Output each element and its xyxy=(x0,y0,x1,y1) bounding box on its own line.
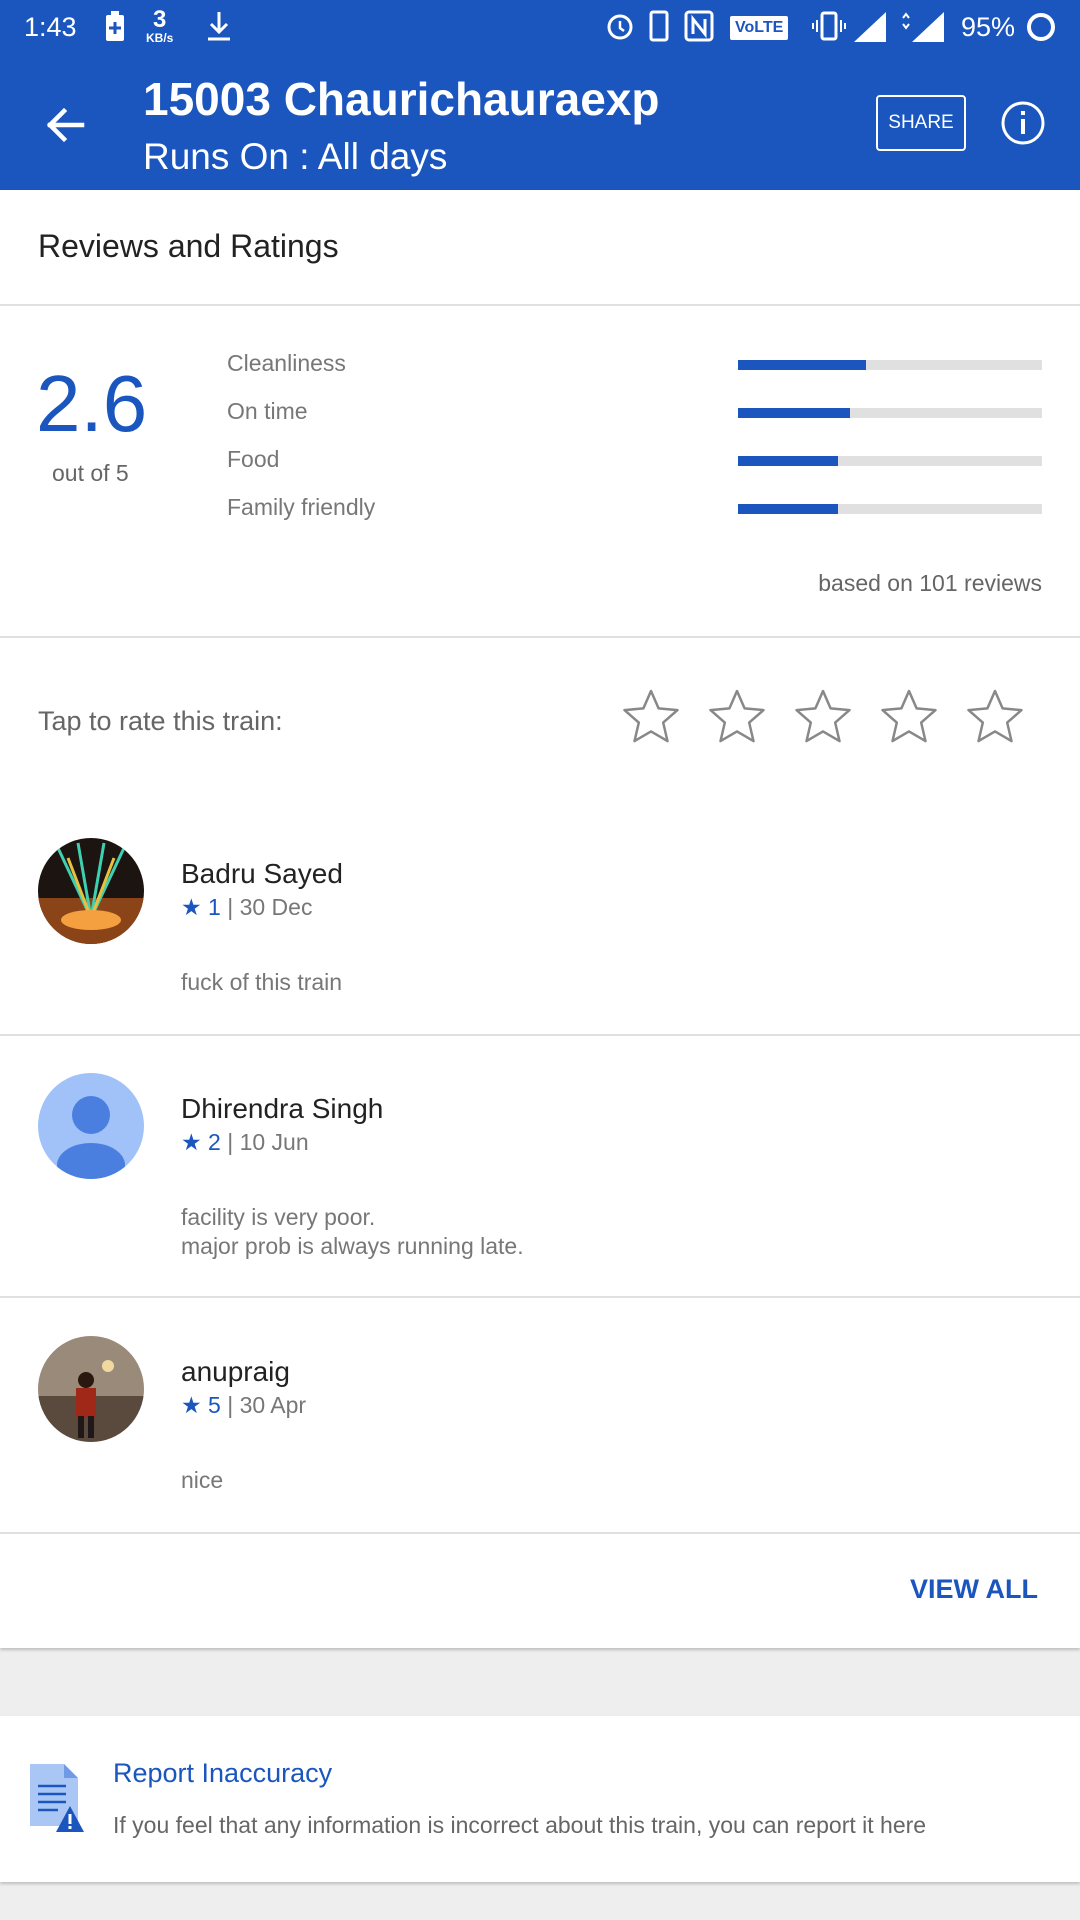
divider xyxy=(0,1532,1080,1534)
reviewer-name: Dhirendra Singh xyxy=(181,1093,384,1124)
rating-bar-fill xyxy=(738,504,839,514)
rating-bar-food xyxy=(738,456,1042,466)
review-meta: ★ 1 | 30 Dec xyxy=(181,894,312,921)
star-5-icon[interactable] xyxy=(966,688,1024,746)
phone-icon xyxy=(648,10,670,42)
volte-badge: VoLTE xyxy=(730,16,789,40)
divider xyxy=(0,1296,1080,1298)
review-rating: ★ 1 xyxy=(181,894,221,920)
score-out-of: out of 5 xyxy=(52,460,129,486)
report-inaccuracy-card[interactable]: Report Inaccuracy If you feel that any i… xyxy=(0,1716,1080,1882)
rating-bar-cleanliness xyxy=(738,360,1042,370)
review-rating: ★ 5 xyxy=(181,1392,221,1418)
section-title: Reviews and Ratings xyxy=(38,228,339,264)
rating-bar-family-friendly xyxy=(738,504,1042,514)
category-label-cleanliness: Cleanliness xyxy=(227,350,346,376)
avatar xyxy=(38,1336,144,1442)
battery-ring-icon xyxy=(1024,10,1058,44)
reviews-card: Reviews and Ratings 2.6 out of 5 Cleanli… xyxy=(0,190,1080,1648)
runs-on-text: Runs On : All days xyxy=(143,136,448,177)
signal-4g-icon xyxy=(898,10,946,44)
rating-bar-fill xyxy=(738,360,866,370)
review-meta: ★ 2 | 10 Jun xyxy=(181,1129,309,1156)
star-2-icon[interactable] xyxy=(708,688,766,746)
app-header: 1:43 3 KB/s VoLTE 95% 15003 Chaurichaura… xyxy=(0,0,1080,190)
report-title[interactable]: Report Inaccuracy xyxy=(113,1758,332,1789)
avatar-placeholder-icon xyxy=(38,1073,144,1179)
overall-score: 2.6 xyxy=(36,359,148,448)
review-rating: ★ 2 xyxy=(181,1129,221,1155)
status-time: 1:43 xyxy=(24,12,77,42)
star-3-icon[interactable] xyxy=(794,688,852,746)
view-all-button[interactable]: VIEW ALL xyxy=(910,1574,1038,1605)
rating-stars xyxy=(622,688,1024,746)
rating-bar-on-time xyxy=(738,408,1042,418)
review-date: | 30 Dec xyxy=(220,894,313,920)
divider xyxy=(0,636,1080,638)
battery-charging-icon xyxy=(104,10,126,42)
review-count: based on 101 reviews xyxy=(818,570,1042,596)
star-1-icon[interactable] xyxy=(622,688,680,746)
signal-icon xyxy=(852,10,892,44)
category-label-on-time: On time xyxy=(227,398,308,424)
review-date: | 30 Apr xyxy=(220,1392,307,1418)
review-text: fuck of this train xyxy=(181,969,343,995)
category-label-family-friendly: Family friendly xyxy=(227,494,376,520)
review-meta: ★ 5 | 30 Apr xyxy=(181,1392,306,1419)
status-bar: 1:43 3 KB/s VoLTE 95% xyxy=(0,0,1080,56)
avatar xyxy=(38,838,144,944)
download-icon xyxy=(206,10,232,42)
rating-bar-fill xyxy=(738,408,851,418)
category-label-food: Food xyxy=(227,446,280,472)
reviewer-name: Badru Sayed xyxy=(181,858,343,889)
alarm-icon xyxy=(604,10,636,42)
star-4-icon[interactable] xyxy=(880,688,938,746)
rating-bar-fill xyxy=(738,456,839,466)
reviewer-name: anupraig xyxy=(181,1356,290,1387)
divider xyxy=(0,1034,1080,1036)
review-text: facility is very poor. major prob is alw… xyxy=(181,1204,524,1259)
network-speed: 3 KB/s xyxy=(146,6,174,45)
train-title: 15003 Chaurichauraexp xyxy=(143,73,660,125)
rate-prompt: Tap to rate this train: xyxy=(38,706,283,736)
divider xyxy=(0,304,1080,306)
review-text: nice xyxy=(181,1467,224,1493)
share-button[interactable]: SHARE xyxy=(876,95,966,151)
back-arrow-icon[interactable] xyxy=(40,100,90,150)
review-date: | 10 Jun xyxy=(220,1129,309,1155)
report-description: If you feel that any information is inco… xyxy=(113,1812,927,1838)
report-document-warning-icon xyxy=(30,1764,84,1832)
vibrate-icon xyxy=(812,10,846,42)
info-icon[interactable] xyxy=(1000,100,1046,146)
nfc-icon xyxy=(684,10,714,42)
battery-percent: 95% xyxy=(961,12,1016,42)
